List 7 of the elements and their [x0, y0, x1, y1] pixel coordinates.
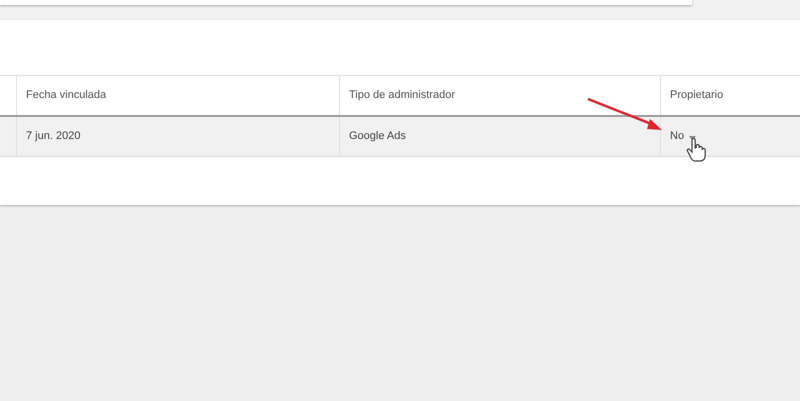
- owner-dropdown[interactable]: No: [670, 128, 684, 145]
- column-header: Fecha vinculada: [26, 88, 106, 104]
- table-cell-text: Google Ads: [349, 129, 406, 144]
- column-header: Tipo de administrador: [349, 88, 455, 104]
- table-cell-text: 7 jun. 2020: [26, 129, 80, 144]
- column-header: Propietario: [670, 88, 724, 104]
- hand-cursor-icon: [686, 138, 706, 162]
